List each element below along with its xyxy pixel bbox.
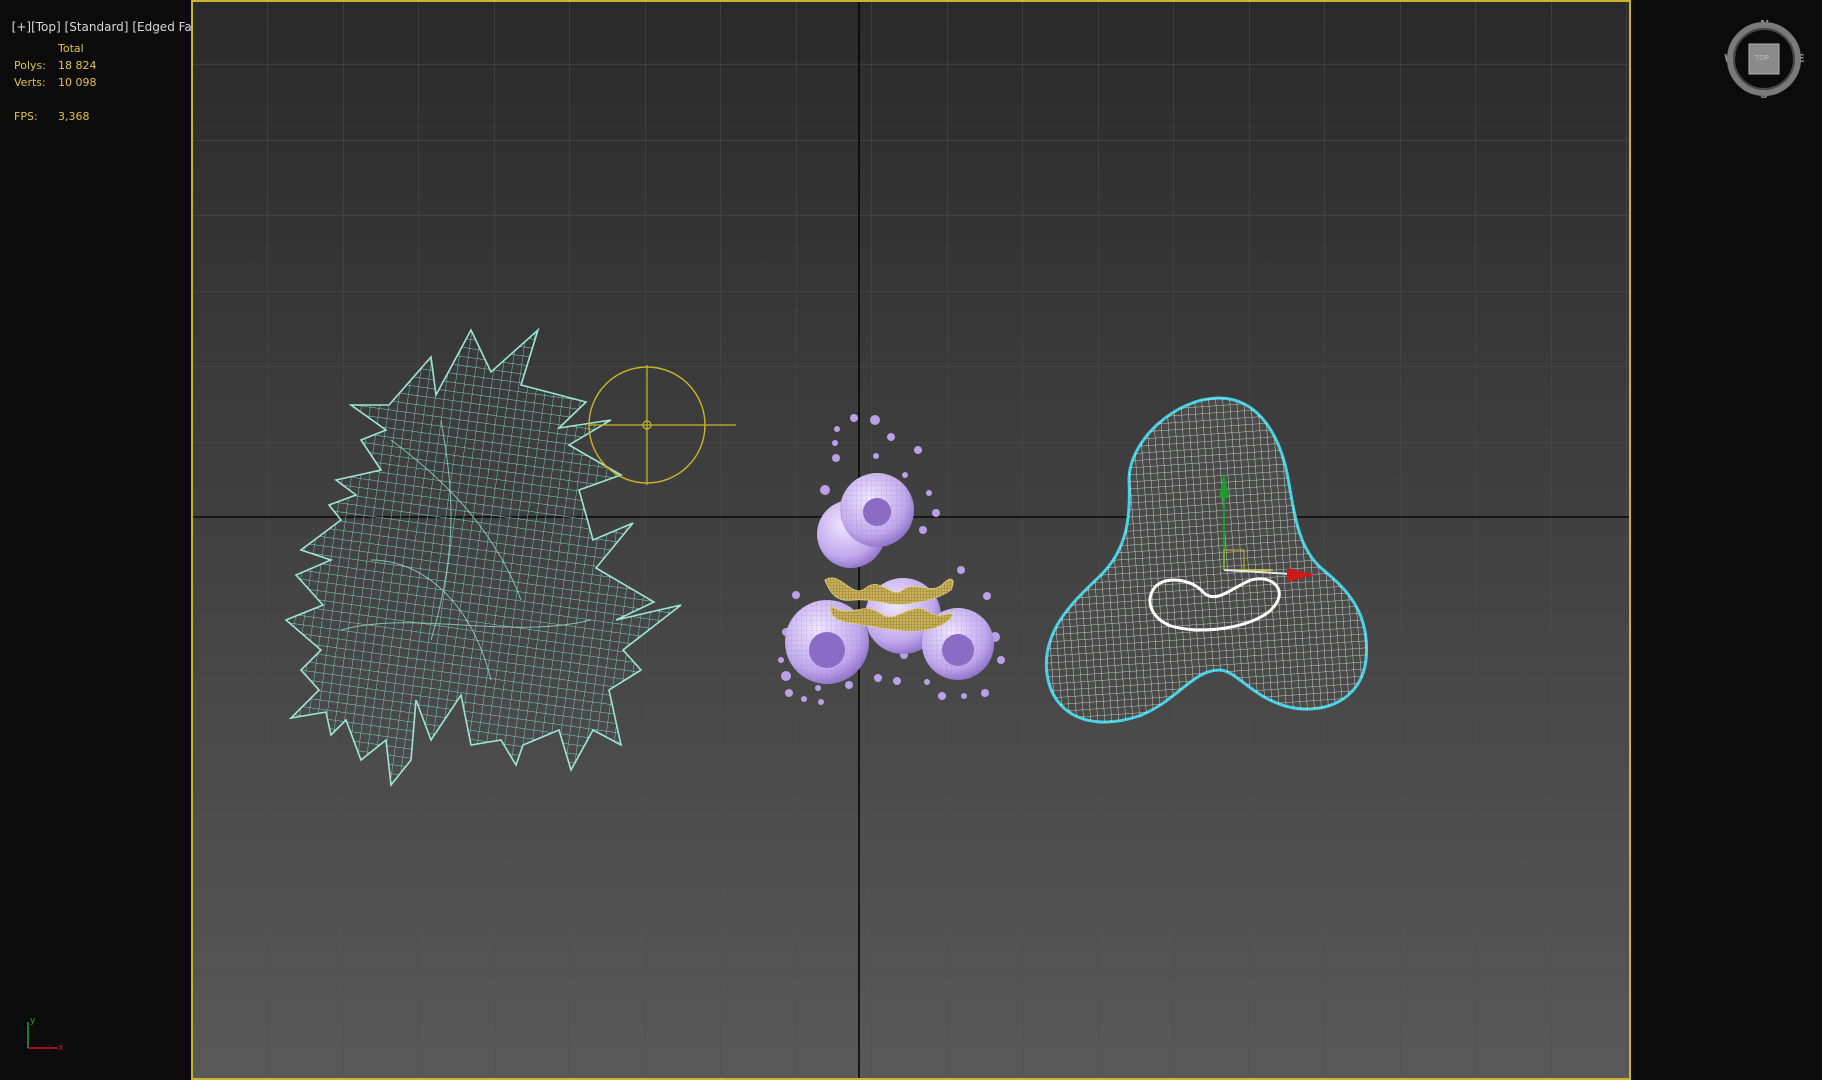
stats-header: Total bbox=[58, 42, 84, 55]
polys-value: 18 824 bbox=[58, 59, 97, 72]
axis-y-label: y bbox=[30, 1016, 36, 1026]
viewcube-face-label: TOP bbox=[1755, 54, 1770, 62]
viewcube[interactable]: N S W E TOP bbox=[1724, 18, 1806, 104]
statistics-overlay: Total Polys: 18 824 Verts: 10 098 FPS: 3… bbox=[14, 40, 134, 130]
top-viewport[interactable] bbox=[191, 0, 1631, 1080]
axis-tripod: y x bbox=[18, 1016, 68, 1056]
verts-value: 10 098 bbox=[58, 76, 97, 89]
fps-label: FPS: bbox=[14, 110, 38, 123]
viewport-view-top[interactable]: [Top] bbox=[31, 20, 61, 34]
fps-value: 3,368 bbox=[58, 110, 90, 123]
viewport-menu-plus[interactable]: [+] bbox=[12, 20, 31, 34]
polys-label: Polys: bbox=[14, 59, 46, 72]
verts-label: Verts: bbox=[14, 76, 46, 89]
axis-x-label: x bbox=[58, 1043, 64, 1053]
viewport-label[interactable]: [+][Top] [Standard] [Edged Faces] bbox=[4, 6, 217, 34]
viewport-shading-standard[interactable]: [Standard] bbox=[65, 20, 129, 34]
